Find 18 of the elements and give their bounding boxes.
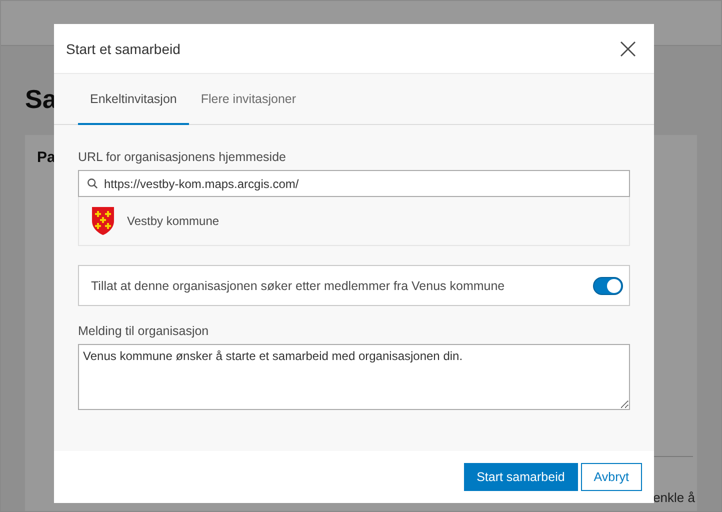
cancel-button[interactable]: Avbryt (580, 463, 642, 491)
url-label: URL for organisasjonens hjemmeside (78, 150, 287, 164)
tab[interactable]: Enkeltinvitasjon (78, 74, 189, 125)
toggle-switch[interactable] (593, 276, 623, 294)
tab[interactable]: Flere invitasjoner (188, 74, 308, 125)
close-icon (620, 40, 636, 56)
coat-of-arms-icon (91, 206, 115, 236)
search-icon (87, 178, 98, 189)
dialog-title: Start et samarbeid (66, 40, 180, 56)
message-field[interactable]: Venus kommune ønsker å starte et samarbeid med organisasjonen din. (78, 344, 630, 410)
toggle-label: Tillat at denne organisasjonen søker etter medlemmer fra Venus kommune (91, 278, 505, 292)
panel-title: Pa (37, 149, 56, 166)
message-label: Melding til organisasjon (78, 324, 210, 338)
panel-text: enkle å (653, 490, 695, 505)
close-button[interactable] (618, 38, 638, 58)
start-button[interactable]: Start samarbeid (464, 463, 578, 491)
url-search-field[interactable]: https://vestby-kom.maps.arcgis.com/ (78, 170, 630, 197)
organization-result[interactable]: Vestby kommune (78, 197, 630, 246)
